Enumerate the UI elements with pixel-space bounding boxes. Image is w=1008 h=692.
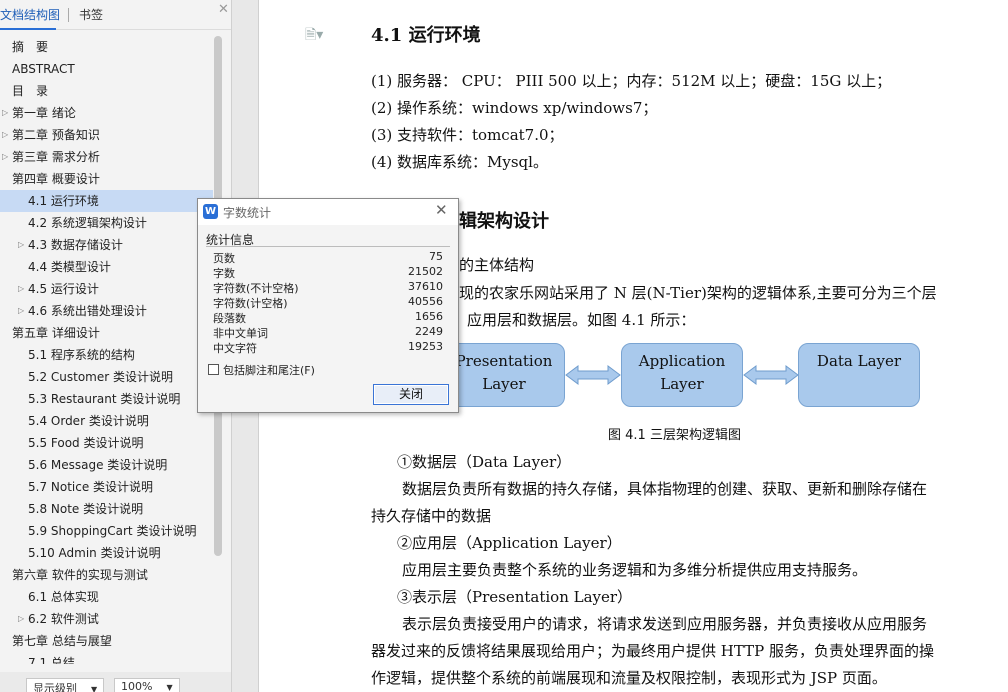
presentation-layer-title: ③表示层（Presentation Layer） bbox=[397, 588, 633, 606]
stat-value: 21502 bbox=[408, 265, 443, 278]
include-footnotes-label: 包括脚注和尾注(F) bbox=[223, 364, 315, 377]
figure-caption: 图 4.1 三层架构逻辑图 bbox=[608, 428, 741, 443]
arrow-application-data bbox=[743, 365, 799, 385]
dialog-title: 字数统计 bbox=[223, 206, 272, 220]
application-layer-title: ②应用层（Application Layer） bbox=[397, 534, 622, 552]
stat-row: 页数 75 bbox=[213, 250, 443, 265]
stat-value: 75 bbox=[429, 250, 443, 263]
stat-value: 40556 bbox=[408, 295, 443, 308]
stat-row: 段落数 1656 bbox=[213, 310, 443, 325]
data-layer-box: Data Layer bbox=[798, 343, 920, 407]
stat-row: 非中文单词 2249 bbox=[213, 325, 443, 340]
document-page: 4.1 运行环境 (1) 服务器： CPU： PIII 500 以上；内存：51… bbox=[0, 0, 1008, 692]
close-button[interactable]: 关闭 bbox=[373, 384, 449, 405]
word-count-dialog: W 字数统计 ✕ 统计信息 页数 75 字数 21502 字符数(不计空格) 37610 字… bbox=[197, 198, 459, 413]
stat-row: 字符数(不计空格) 37610 bbox=[213, 280, 443, 295]
arrow-presentation-application bbox=[565, 365, 621, 385]
presentation-layer-desc-line3: 作逻辑，提供整个系统的前端展现和流量及权限控制，表现形式为 JSP 页面。 bbox=[371, 669, 887, 687]
application-layer-box: Application Layer bbox=[621, 343, 743, 407]
wps-logo-icon: W bbox=[203, 204, 218, 219]
application-layer-label-2: Layer bbox=[660, 375, 704, 393]
stat-key: 字数 bbox=[213, 267, 235, 280]
stat-value: 37610 bbox=[408, 280, 443, 293]
presentation-layer-desc-line2: 器发过来的反馈将结果展现给用户；为最终用户提供 HTTP 服务，负责处理界面的操 bbox=[371, 642, 935, 660]
presentation-layer-label-2: Layer bbox=[482, 375, 526, 393]
dialog-titlebar[interactable]: W 字数统计 ✕ bbox=[198, 199, 458, 225]
data-layer-desc-line1: 数据层负责所有数据的持久存储，具体指物理的创建、获取、更新和删除存储在 bbox=[402, 480, 928, 498]
data-layer-desc-line2: 持久存储中的数据 bbox=[371, 507, 492, 525]
stat-row: 字数 21502 bbox=[213, 265, 443, 280]
stat-key: 非中文单词 bbox=[213, 327, 268, 340]
stat-key: 页数 bbox=[213, 252, 235, 265]
stat-row: 字符数(计空格) 40556 bbox=[213, 295, 443, 310]
application-layer-desc: 应用层主要负责整个系统的业务逻辑和为多维分析提供应用支持服务。 bbox=[402, 561, 868, 579]
stat-value: 2249 bbox=[415, 325, 443, 338]
stat-key: 字符数(不计空格) bbox=[213, 282, 299, 295]
stat-key: 段落数 bbox=[213, 312, 246, 325]
stat-row: 中文字符 19253 bbox=[213, 340, 443, 355]
include-footnotes-option[interactable]: 包括脚注和尾注(F) bbox=[208, 362, 315, 378]
data-layer-label: Data Layer bbox=[816, 352, 902, 370]
presentation-layer-label-1: Presentation bbox=[455, 352, 553, 370]
presentation-layer-desc-line1: 表示层负责接受用户的请求，将请求发送到应用服务器，并负责接收从应用服务 bbox=[402, 615, 928, 633]
close-icon[interactable]: ✕ bbox=[435, 201, 448, 219]
presentation-layer-box: Presentation Layer bbox=[443, 343, 565, 407]
include-footnotes-checkbox[interactable] bbox=[208, 364, 219, 375]
application-layer-label-1: Application bbox=[638, 352, 726, 370]
stat-key: 中文字符 bbox=[213, 342, 257, 355]
group-divider bbox=[206, 246, 450, 247]
stat-key: 字符数(计空格) bbox=[213, 297, 288, 310]
stat-value: 19253 bbox=[408, 340, 443, 353]
data-layer-title: ①数据层（Data Layer） bbox=[397, 453, 572, 471]
stat-value: 1656 bbox=[415, 310, 443, 323]
